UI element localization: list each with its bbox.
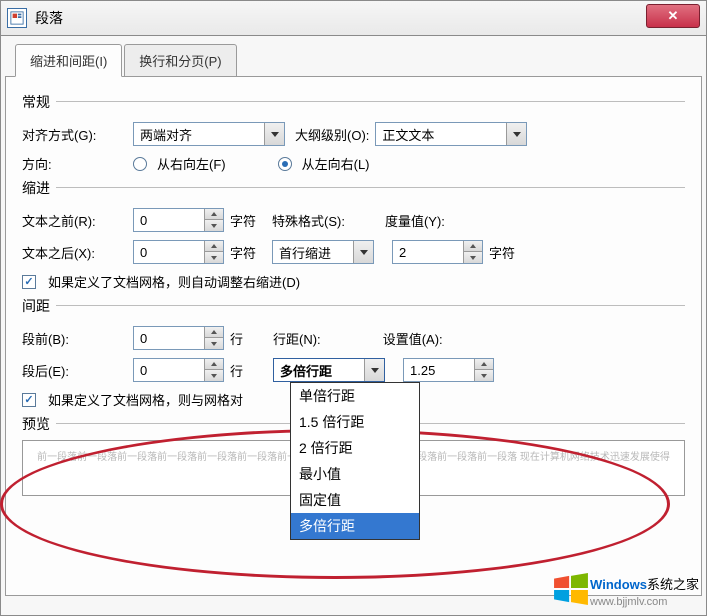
direction-ltr-label: 从左向右(L)	[302, 154, 370, 173]
section-preview-legend: 预览	[22, 414, 56, 434]
line-spacing-option[interactable]: 单倍行距	[291, 383, 419, 409]
line-spacing-option[interactable]: 2 倍行距	[291, 435, 419, 461]
spacing-after-label: 段后(E):	[22, 361, 127, 380]
section-general-legend: 常规	[22, 92, 56, 112]
section-indent-legend: 缩进	[22, 178, 56, 198]
section-general: 常规 对齐方式(G): 两端对齐 大纲级别(O): 正文文本 方向: 从右向左(…	[22, 101, 685, 173]
line-spacing-option[interactable]: 固定值	[291, 487, 419, 513]
outline-label: 大纲级别(O):	[295, 125, 369, 144]
arrow-down-icon	[205, 220, 223, 231]
indent-before-label: 文本之前(R):	[22, 211, 127, 230]
chevron-down-icon	[264, 123, 284, 145]
tab-strip: 缩进和间距(I) 换行和分页(P)	[5, 44, 702, 77]
special-format-label: 特殊格式(S):	[272, 211, 345, 230]
tab-body: 常规 对齐方式(G): 两端对齐 大纲级别(O): 正文文本 方向: 从右向左(…	[5, 76, 702, 596]
watermark: Windows系统之家 www.bjjmlv.com	[552, 573, 699, 608]
tab-indent-spacing[interactable]: 缩进和间距(I)	[15, 44, 122, 77]
chevron-down-icon	[364, 359, 384, 381]
dialog-client: 缩进和间距(I) 换行和分页(P) 常规 对齐方式(G): 两端对齐 大纲级别(…	[0, 36, 707, 616]
unit-label: 字符	[489, 243, 515, 262]
window-title: 段落	[35, 8, 63, 28]
chevron-down-icon	[506, 123, 526, 145]
unit-label: 行	[230, 329, 243, 348]
special-format-combo[interactable]: 首行缩进	[272, 240, 374, 264]
line-spacing-label: 行距(N):	[273, 329, 321, 348]
indent-before-spinner[interactable]: 0	[133, 208, 224, 232]
snap-to-grid-checkbox[interactable]	[22, 393, 36, 407]
alignment-combo[interactable]: 两端对齐	[133, 122, 285, 146]
close-button[interactable]: ✕	[646, 4, 700, 28]
arrow-up-icon	[205, 241, 223, 252]
arrow-down-icon	[464, 252, 482, 263]
section-spacing-legend: 间距	[22, 296, 56, 316]
line-spacing-option[interactable]: 最小值	[291, 461, 419, 487]
spacing-after-spinner[interactable]: 0	[133, 358, 224, 382]
auto-adjust-indent-label: 如果定义了文档网格，则自动调整右缩进(D)	[48, 272, 300, 291]
direction-rtl-label: 从右向左(F)	[157, 154, 226, 173]
tab-line-page-breaks[interactable]: 换行和分页(P)	[124, 44, 236, 77]
setvalue-label: 设置值(A):	[383, 329, 443, 348]
indent-after-spinner[interactable]: 0	[133, 240, 224, 264]
app-icon	[7, 8, 27, 28]
snap-to-grid-label: 如果定义了文档网格，则与网格对	[48, 390, 243, 409]
line-spacing-option[interactable]: 1.5 倍行距	[291, 409, 419, 435]
titlebar: 段落 ✕	[0, 0, 707, 36]
outline-combo[interactable]: 正文文本	[375, 122, 527, 146]
unit-label: 行	[230, 361, 243, 380]
spacing-before-label: 段前(B):	[22, 329, 127, 348]
arrow-up-icon	[464, 241, 482, 252]
setvalue-spinner[interactable]: 1.25	[403, 358, 494, 382]
unit-label: 字符	[230, 211, 256, 230]
direction-label: 方向:	[22, 154, 127, 173]
arrow-down-icon	[205, 252, 223, 263]
measure-label: 度量值(Y):	[385, 211, 445, 230]
section-spacing: 间距 段前(B): 0 行 行距(N): 设置值(A): 段后(E): 0	[22, 305, 685, 409]
arrow-up-icon	[205, 209, 223, 220]
windows-logo-icon	[552, 573, 590, 608]
unit-label: 字符	[230, 243, 256, 262]
direction-ltr-radio[interactable]	[278, 157, 292, 171]
line-spacing-combo[interactable]: 多倍行距	[273, 358, 385, 382]
line-spacing-option[interactable]: 多倍行距	[291, 513, 419, 539]
alignment-label: 对齐方式(G):	[22, 125, 127, 144]
close-icon: ✕	[668, 8, 679, 24]
spacing-before-spinner[interactable]: 0	[133, 326, 224, 350]
line-spacing-dropdown: 单倍行距1.5 倍行距2 倍行距最小值固定值多倍行距	[290, 382, 420, 540]
indent-after-label: 文本之后(X):	[22, 243, 127, 262]
chevron-down-icon	[353, 241, 373, 263]
section-indent: 缩进 文本之前(R): 0 字符 特殊格式(S): 度量值(Y): 文本之后(X…	[22, 187, 685, 291]
direction-rtl-radio[interactable]	[133, 157, 147, 171]
auto-adjust-indent-checkbox[interactable]	[22, 275, 36, 289]
measure-spinner[interactable]: 2	[392, 240, 483, 264]
